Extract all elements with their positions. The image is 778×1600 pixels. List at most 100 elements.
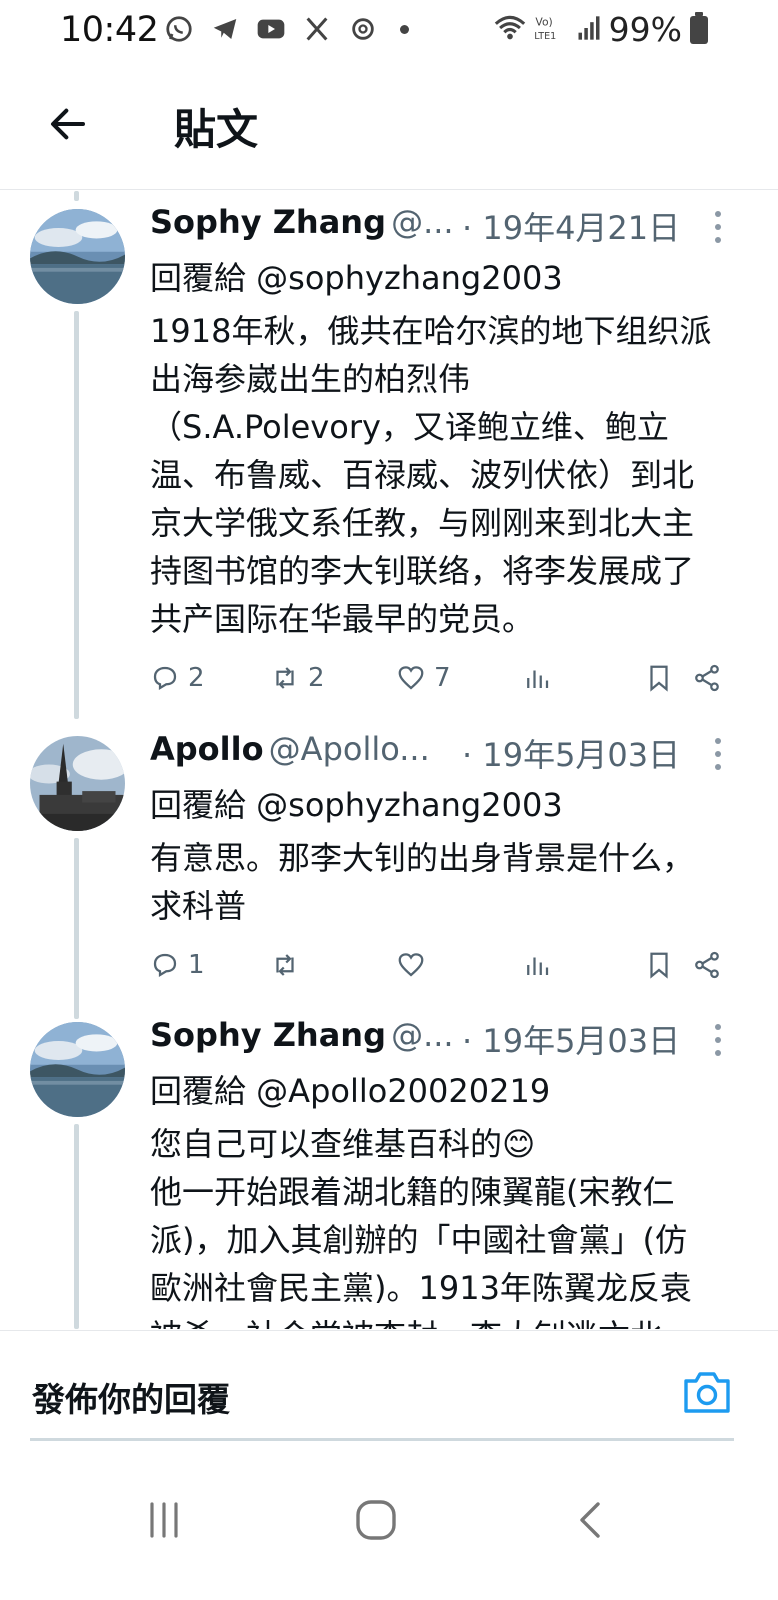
- arrow-left-icon: [51, 108, 85, 140]
- tweet-date[interactable]: · 19年5月03日: [462, 730, 680, 776]
- bookmark-button[interactable]: [644, 950, 674, 980]
- tweet-text-line: 您自己可以查维基百科的😊: [150, 1125, 536, 1163]
- camera-icon: [684, 1372, 730, 1413]
- bookmark-icon: [650, 952, 668, 979]
- retweet-button[interactable]: 2: [270, 663, 325, 693]
- tweet[interactable]: Sophy Zhang @... · 19年4月21日 回覆給 @sophyzh…: [0, 201, 778, 719]
- like-button[interactable]: [396, 950, 426, 980]
- signal-icon: [575, 14, 603, 46]
- nav-back-button[interactable]: [560, 1490, 620, 1550]
- top-app-bar: 貼文: [0, 62, 778, 190]
- avatar[interactable]: [30, 736, 125, 831]
- reply-to-label[interactable]: 回覆給 @Apollo20020219: [150, 1066, 778, 1116]
- status-bar: 10:42 Vo) LTE1 99%: [0, 0, 778, 62]
- thread-line: [74, 191, 79, 201]
- retweet-icon: [276, 954, 294, 976]
- tweet-text-line: （S.A.Polevory，又译鲍立维、鲍立: [150, 408, 669, 446]
- reply-count: 2: [188, 663, 205, 693]
- reply-count: 1: [188, 950, 205, 980]
- whatsapp-icon: [162, 12, 196, 46]
- thread-line: [74, 311, 79, 719]
- tweet-text-line: 共产国际在华最早的党员。: [150, 600, 535, 638]
- share-icon: [695, 664, 719, 692]
- reply-to-label[interactable]: 回覆給 @sophyzhang2003: [150, 780, 778, 830]
- reply-to-label[interactable]: 回覆給 @sophyzhang2003: [150, 253, 778, 303]
- battery-icon: [690, 12, 708, 44]
- recents-icon: [150, 1502, 178, 1538]
- tweet[interactable]: Sophy Zhang @... · 19年5月03日 回覆給 @Apollo2…: [0, 1016, 778, 1329]
- reply-input[interactable]: 發佈你的回覆: [32, 1373, 230, 1421]
- bookmark-button[interactable]: [644, 663, 674, 693]
- thread-line: [74, 838, 79, 1019]
- avatar[interactable]: [30, 1022, 125, 1117]
- retweet-icon: [276, 667, 294, 689]
- tweet-text-line: 歐洲社會民主黨)。1913年陈翼龙反袁: [150, 1269, 692, 1307]
- like-count: 7: [434, 663, 451, 693]
- tweet-text: 有意思。那李大钊的出身背景是什么， 求科普: [150, 834, 778, 930]
- tweet-text-line: 出海参崴出生的柏烈伟: [150, 360, 471, 398]
- home-icon: [356, 1500, 396, 1540]
- more-options-button[interactable]: [708, 207, 728, 247]
- tweet-date[interactable]: · 19年5月03日: [462, 1016, 680, 1062]
- tweet[interactable]: Apollo @Apollo... · 19年5月03日 回覆給 @sophyz…: [0, 719, 778, 1019]
- retweet-button[interactable]: [270, 950, 300, 980]
- author-name[interactable]: Sophy Zhang: [150, 203, 386, 241]
- author-handle[interactable]: @...: [391, 203, 454, 241]
- system-indicators: Vo) LTE1 99%: [493, 10, 682, 49]
- back-button[interactable]: [40, 96, 96, 152]
- tweet-text-line: 1918年秋，俄共在哈尔滨的地下组织派: [150, 312, 712, 350]
- thread-list[interactable]: Sophy Zhang @... · 19年4月21日 回覆給 @sophyzh…: [0, 191, 778, 1329]
- tweet-date[interactable]: · 19年4月21日: [462, 203, 680, 249]
- dot-icon: [400, 24, 409, 34]
- composer-divider: [30, 1438, 734, 1441]
- youtube-icon: [254, 12, 288, 46]
- action-bar: 2 2 7: [150, 663, 778, 711]
- tweet-text-line: 有意思。那李大钊的出身背景是什么，: [150, 839, 695, 877]
- views-button[interactable]: [522, 950, 552, 980]
- more-options-button[interactable]: [708, 734, 728, 774]
- tweet-text-line: 他一开始跟着湖北籍的陳翼龍(宋教仁: [150, 1173, 675, 1211]
- reply-button[interactable]: 2: [150, 663, 205, 693]
- author-handle[interactable]: @Apollo...: [269, 730, 430, 768]
- telegram-icon: [208, 12, 242, 46]
- reply-composer[interactable]: 發佈你的回覆: [0, 1330, 778, 1440]
- views-button[interactable]: [522, 663, 552, 693]
- camera-button[interactable]: [682, 1369, 732, 1415]
- back-icon: [580, 1502, 600, 1538]
- tweet-text: 1918年秋，俄共在哈尔滨的地下组织派 出海参崴出生的柏烈伟 （S.A.Pole…: [150, 307, 778, 643]
- system-navigation-bar: [0, 1460, 778, 1600]
- thread-line: [74, 1124, 79, 1329]
- status-time: 10:42: [60, 10, 159, 50]
- recents-button[interactable]: [134, 1490, 194, 1550]
- volte-icon: Vo) LTE1: [533, 13, 569, 47]
- reply-icon: [153, 953, 177, 977]
- home-button[interactable]: [346, 1490, 406, 1550]
- retweet-count: 2: [308, 663, 325, 693]
- svg-text:Vo): Vo): [535, 15, 552, 28]
- tweet-text-line: 被杀，社会党被查封，李大钊逃亡北: [150, 1312, 742, 1329]
- x-icon: [300, 12, 334, 46]
- battery-percent: 99%: [608, 10, 682, 49]
- wifi-icon: [493, 11, 527, 49]
- like-button[interactable]: 7: [396, 663, 451, 693]
- heart-icon: [398, 953, 424, 977]
- reply-icon: [153, 666, 177, 690]
- share-button[interactable]: [692, 950, 722, 980]
- reply-button[interactable]: 1: [150, 950, 205, 980]
- svg-text:LTE1: LTE1: [534, 30, 556, 41]
- more-options-button[interactable]: [708, 1020, 728, 1060]
- author-name[interactable]: Apollo: [150, 730, 264, 768]
- avatar[interactable]: [30, 209, 125, 304]
- action-bar: 1: [150, 950, 778, 998]
- heart-icon: [398, 666, 424, 690]
- share-button[interactable]: [692, 663, 722, 693]
- author-handle[interactable]: @...: [391, 1016, 454, 1054]
- page-title: 貼文: [174, 105, 259, 154]
- notification-icons: [162, 12, 409, 46]
- analytics-icon: [527, 957, 549, 975]
- tweet-text-line: 温、布鲁威、百禄威、波列伏依）到北: [150, 456, 695, 494]
- bookmark-icon: [650, 665, 668, 692]
- author-name[interactable]: Sophy Zhang: [150, 1016, 386, 1054]
- tweet-text-line: 京大学俄文系任教，与刚刚来到北大主: [150, 504, 695, 542]
- tweet-text-line: 求科普: [150, 887, 247, 925]
